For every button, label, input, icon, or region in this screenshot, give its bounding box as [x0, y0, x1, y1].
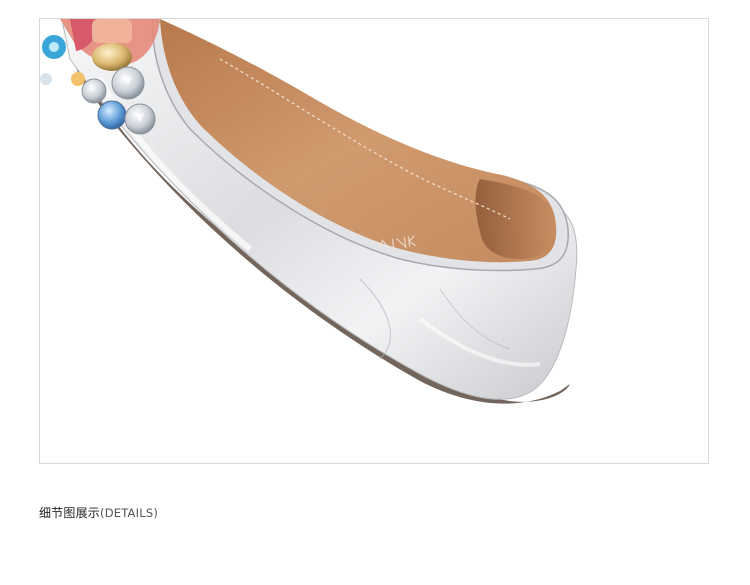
- product-photo-frame: [39, 18, 709, 464]
- caption-title-cn: 细节图展示: [39, 506, 101, 520]
- shoe-detail-photo: [40, 19, 578, 404]
- details-caption: 细节图展示(DETAILS): [39, 504, 158, 521]
- caption-title-en: (DETAILS): [100, 506, 159, 520]
